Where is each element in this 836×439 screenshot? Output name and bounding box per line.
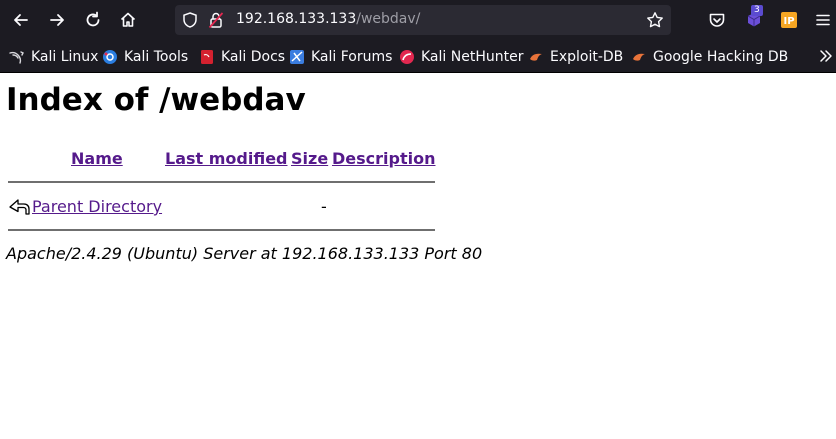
- address-bar[interactable]: 192.168.133.133/webdav/: [175, 5, 671, 35]
- page-title: Index of /webdav: [6, 82, 306, 118]
- extension-button[interactable]: 3: [741, 5, 767, 33]
- bookmark-kali-tools[interactable]: Kali Tools: [102, 46, 188, 68]
- server-signature: Apache/2.4.29 (Ubuntu) Server at 192.168…: [6, 244, 483, 263]
- kali-docs-icon: [201, 50, 213, 64]
- url-path: /webdav/: [356, 11, 421, 27]
- page-content: Index of /webdav Name Last modified Size…: [0, 73, 836, 439]
- bookmark-label: Exploit-DB: [550, 49, 624, 65]
- bookmark-kali-linux[interactable]: Kali Linux: [9, 46, 98, 68]
- column-header-last-modified[interactable]: Last modified: [165, 149, 288, 168]
- kali-dragon-icon: [9, 51, 24, 64]
- kali-forums-icon: [290, 50, 304, 64]
- bookmarks-overflow-button[interactable]: [818, 45, 834, 67]
- home-icon: [120, 12, 136, 27]
- bookmark-star-icon[interactable]: [646, 11, 664, 29]
- svg-text:IP: IP: [783, 16, 794, 27]
- back-arrow-icon: [14, 14, 28, 26]
- bookmark-exploit-db[interactable]: Exploit-DB: [528, 46, 623, 68]
- extension-badge: 3: [751, 5, 763, 16]
- shield-icon[interactable]: [181, 11, 199, 29]
- url-text[interactable]: 192.168.133.133/webdav/: [236, 11, 420, 27]
- divider: [8, 181, 435, 183]
- pocket-icon: [709, 13, 725, 27]
- kali-nethunter-icon: [400, 50, 414, 64]
- bookmarks-toolbar: Kali Linux Kali Tools Kali Docs Kali For…: [0, 41, 836, 73]
- bookmark-label: Kali Linux: [31, 49, 99, 65]
- home-button[interactable]: [115, 7, 141, 33]
- kali-tools-icon: [103, 50, 117, 64]
- exploit-db-icon: [530, 53, 542, 61]
- reload-button[interactable]: [80, 7, 106, 33]
- ghdb-icon: [633, 53, 645, 61]
- forward-button[interactable]: [44, 7, 70, 33]
- menu-button[interactable]: [810, 7, 836, 33]
- bookmark-label: Google Hacking DB: [653, 49, 789, 65]
- row-size: -: [321, 197, 327, 216]
- back-button[interactable]: [8, 7, 34, 33]
- bookmark-label: Kali NetHunter: [421, 49, 524, 65]
- back-folder-icon: [9, 199, 30, 215]
- parent-directory-link[interactable]: Parent Directory: [32, 197, 162, 216]
- column-header-name[interactable]: Name: [71, 149, 123, 168]
- bookmark-google-hacking-db[interactable]: Google Hacking DB: [631, 46, 788, 68]
- bookmark-kali-nethunter[interactable]: Kali NetHunter: [399, 46, 523, 68]
- insecure-lock-icon[interactable]: [207, 11, 225, 29]
- browser-toolbar: 192.168.133.133/webdav/ 3 IP: [0, 0, 836, 41]
- double-chevron-right-icon: [820, 50, 832, 62]
- bookmark-label: Kali Docs: [221, 49, 286, 65]
- forward-arrow-icon: [50, 14, 64, 26]
- url-host: 192.168.133.133: [236, 11, 357, 27]
- bookmark-kali-docs[interactable]: Kali Docs: [199, 46, 285, 68]
- pocket-button[interactable]: [704, 7, 730, 33]
- column-header-description[interactable]: Description: [332, 149, 435, 168]
- ip-extension-button[interactable]: IP: [776, 7, 802, 33]
- column-header-size[interactable]: Size: [291, 149, 328, 168]
- divider: [8, 229, 435, 231]
- reload-icon: [86, 11, 100, 27]
- bookmark-label: Kali Forums: [311, 49, 393, 65]
- hamburger-menu-icon: [816, 14, 830, 26]
- ip-extension-icon: IP: [781, 12, 797, 28]
- bookmark-label: Kali Tools: [124, 49, 189, 65]
- bookmark-kali-forums[interactable]: Kali Forums: [289, 46, 392, 68]
